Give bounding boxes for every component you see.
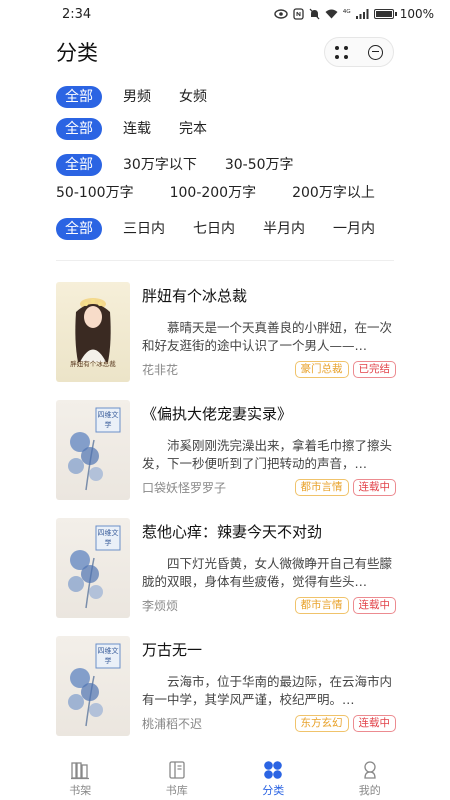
book-item[interactable]: 四维文学 万古无一 云海市，位于华南的最边际，在云海市内有一中学，其学风严谨，校… — [56, 636, 396, 754]
bottom-nav: 书架 书库 分类 我的 — [0, 754, 450, 800]
nav-category[interactable]: 分类 — [243, 754, 303, 800]
mute-icon — [309, 8, 320, 20]
filter-chip[interactable]: 三日内 — [116, 218, 172, 240]
nav-label: 我的 — [358, 784, 381, 797]
miniapp-capsule — [324, 37, 394, 67]
filter-row-length: 全部 30万字以下 30-50万字 50-100万字 100-200万字 200… — [56, 154, 396, 204]
nav-label: 书库 — [165, 784, 188, 797]
book-cover[interactable]: 四维文学 — [56, 636, 130, 736]
filter-chip[interactable]: 100-200万字 — [163, 182, 264, 204]
book-description: 沛奚刚刚洗完澡出来，拿着毛巾擦了擦头发，下一秒便听到了门把转动的声音，… — [142, 438, 393, 471]
battery-level: 100% — [399, 7, 434, 21]
battery-icon — [373, 9, 397, 19]
filter-row-channel: 全部 男频 女频 — [56, 86, 396, 108]
book-title[interactable]: 胖妞有个冰总裁 — [142, 285, 396, 307]
profile-icon — [364, 761, 376, 779]
cover-title: 四维文学 — [97, 529, 119, 547]
book-cover[interactable]: 四维文学 — [56, 400, 130, 500]
more-icon[interactable] — [335, 45, 348, 59]
book-author: 李烦烦 — [142, 599, 179, 613]
filter-chip[interactable]: 全部 — [56, 154, 102, 176]
filter-chip[interactable]: 女频 — [172, 86, 214, 108]
filter-chip[interactable]: 完本 — [172, 118, 214, 140]
filter-chip[interactable]: 全部 — [56, 118, 102, 140]
status-icons: ⁴ᴳ — [273, 8, 397, 20]
filter-row-status: 全部 连载 完本 — [56, 118, 396, 140]
filter-chip[interactable]: 30万字以下 — [116, 154, 204, 176]
status-tag: 连载中 — [352, 479, 396, 496]
filter-chip[interactable]: 男频 — [116, 86, 158, 108]
status-tag: 已完结 — [352, 361, 396, 378]
book-author: 桃浦稻不迟 — [142, 717, 203, 731]
book-item[interactable]: 胖妞有个冰总裁 胖妞有个冰总裁 慕晴天是一个天真善良的小胖妞，在一次和好友逛街的… — [56, 282, 396, 400]
status-time: 2:34 — [62, 6, 92, 22]
filter-chip[interactable]: 50-100万字 — [49, 182, 141, 204]
cover-title: 四维文学 — [97, 411, 119, 429]
header: 分类 — [0, 34, 450, 70]
filter-panel: 全部 男频 女频 全部 连载 完本 全部 30万字以下 30-50万字 50-1… — [56, 86, 396, 248]
cover-title: 胖妞有个冰总裁 — [70, 360, 116, 368]
filter-chip[interactable]: 200万字以上 — [285, 182, 382, 204]
book-info: 《偏执大佬宠妻实录》 沛奚刚刚洗完澡出来，拿着毛巾擦了擦头发，下一秒便听到了门把… — [142, 400, 396, 518]
page-title: 分类 — [56, 41, 98, 65]
status-bar: 2:34 ⁴ᴳ 100% — [0, 0, 450, 28]
book-info: 胖妞有个冰总裁 慕晴天是一个天真善良的小胖妞，在一次和好友逛街的途中认识了一个男… — [142, 282, 396, 400]
nav-profile[interactable]: 我的 — [340, 754, 400, 800]
book-list: 胖妞有个冰总裁 胖妞有个冰总裁 慕晴天是一个天真善良的小胖妞，在一次和好友逛街的… — [56, 282, 396, 754]
book-item[interactable]: 四维文学 《偏执大佬宠妻实录》 沛奚刚刚洗完澡出来，拿着毛巾擦了擦头发，下一秒便… — [56, 400, 396, 518]
nav-label: 书架 — [69, 784, 92, 797]
wifi-icon — [325, 9, 338, 19]
filter-chip[interactable]: 全部 — [56, 218, 102, 240]
network-type: ⁴ᴳ — [342, 9, 351, 19]
filter-chip[interactable]: 半月内 — [256, 218, 312, 240]
book-author: 花非花 — [142, 363, 179, 377]
book-meta: 桃浦稻不迟 东方玄幻 连载中 — [142, 715, 396, 732]
filter-chip[interactable]: 30-50万字 — [218, 154, 301, 176]
book-cover[interactable]: 胖妞有个冰总裁 — [56, 282, 130, 382]
book-title[interactable]: 万古无一 — [142, 639, 396, 661]
book-meta: 花非花 豪门总裁 已完结 — [142, 361, 396, 378]
genre-tag: 豪门总裁 — [294, 361, 349, 378]
book-meta: 李烦烦 都市言情 连载中 — [142, 597, 396, 614]
bookshelf-icon — [71, 762, 90, 780]
nav-label: 分类 — [262, 784, 285, 797]
book-meta: 口袋妖怪罗罗子 都市言情 连载中 — [142, 479, 396, 496]
status-tag: 连载中 — [352, 597, 396, 614]
status-indicators: ⁴ᴳ 100% — [273, 7, 434, 21]
close-icon[interactable] — [368, 44, 383, 60]
status-tag: 连载中 — [352, 715, 396, 732]
nav-library[interactable]: 书库 — [147, 754, 207, 800]
book-description: 四下灯光昏黄，女人微微睁开自己有些朦胧的双眼，身体有些疲倦，觉得有些头… — [142, 556, 393, 589]
filter-row-update: 全部 三日内 七日内 半月内 一月内 — [56, 218, 396, 240]
book-item[interactable]: 四维文学 惹他心痒：辣妻今天不对劲 四下灯光昏黄，女人微微睁开自己有些朦胧的双眼… — [56, 518, 396, 636]
divider — [56, 260, 394, 261]
genre-tag: 东方玄幻 — [294, 715, 349, 732]
genre-tag: 都市言情 — [294, 479, 349, 496]
book-title[interactable]: 《偏执大佬宠妻实录》 — [142, 403, 396, 425]
cover-title: 四维文学 — [97, 647, 119, 665]
book-cover[interactable]: 四维文学 — [56, 518, 130, 618]
filter-chip[interactable]: 连载 — [116, 118, 158, 140]
book-info: 惹他心痒：辣妻今天不对劲 四下灯光昏黄，女人微微睁开自己有些朦胧的双眼，身体有些… — [142, 518, 396, 636]
filter-chip[interactable]: 一月内 — [326, 218, 382, 240]
signal-icon — [355, 9, 369, 19]
book-title[interactable]: 惹他心痒：辣妻今天不对劲 — [142, 521, 396, 543]
book-info: 万古无一 云海市，位于华南的最边际，在云海市内有一中学，其学风严谨，校纪严明。…… — [142, 636, 396, 754]
filter-chip[interactable]: 七日内 — [186, 218, 242, 240]
category-icon — [264, 761, 283, 779]
book-author: 口袋妖怪罗罗子 — [142, 481, 227, 495]
library-icon — [169, 761, 185, 779]
nav-bookshelf[interactable]: 书架 — [50, 754, 110, 800]
book-description: 云海市，位于华南的最边际，在云海市内有一中学，其学风严谨，校纪严明。… — [142, 674, 393, 707]
eye-icon — [273, 9, 288, 19]
genre-tag: 都市言情 — [294, 597, 349, 614]
nfc-icon — [293, 8, 304, 20]
filter-chip[interactable]: 全部 — [56, 86, 102, 108]
book-description: 慕晴天是一个天真善良的小胖妞，在一次和好友逛街的途中认识了一个男人——… — [142, 320, 393, 353]
